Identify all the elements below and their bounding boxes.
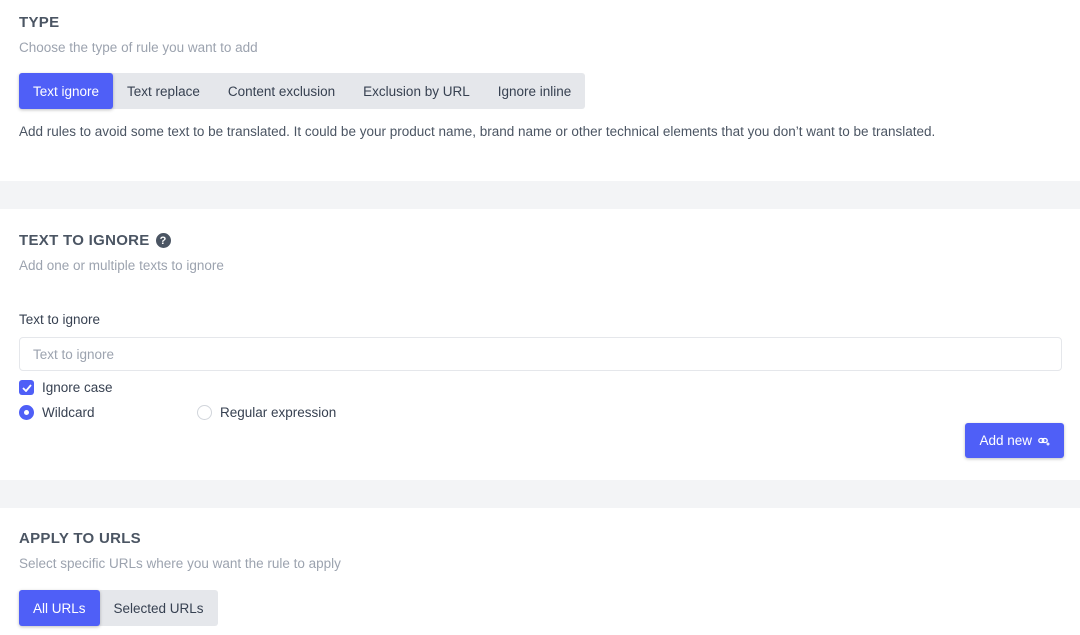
ignore-title: TEXT TO IGNORE	[19, 232, 150, 249]
tab-text-ignore[interactable]: Text ignore	[19, 73, 114, 109]
url-scope-tabs: All URLs Selected URLs	[19, 590, 218, 626]
wildcard-radio[interactable]	[19, 405, 34, 420]
text-to-ignore-input[interactable]	[19, 337, 1062, 371]
type-title: TYPE	[19, 14, 60, 31]
ignore-case-checkbox[interactable]	[19, 380, 34, 395]
link-plus-icon	[1038, 437, 1050, 445]
tab-selected-urls[interactable]: Selected URLs	[100, 590, 218, 626]
apply-to-urls-section: APPLY TO URLS Select specific URLs where…	[0, 508, 1080, 635]
urls-subtitle: Select specific URLs where you want the …	[19, 556, 341, 571]
tab-text-replace[interactable]: Text replace	[113, 73, 214, 109]
tab-exclusion-by-url[interactable]: Exclusion by URL	[349, 73, 484, 109]
text-to-ignore-label: Text to ignore	[19, 312, 101, 327]
check-icon	[21, 383, 32, 392]
type-subtitle: Choose the type of rule you want to add	[19, 40, 258, 55]
type-section: TYPE Choose the type of rule you want to…	[0, 0, 1080, 181]
ignore-subtitle: Add one or multiple texts to ignore	[19, 258, 224, 273]
text-to-ignore-section: TEXT TO IGNORE ? Add one or multiple tex…	[0, 209, 1080, 480]
add-new-label: Add new	[979, 433, 1032, 448]
regex-radio[interactable]	[197, 405, 212, 420]
wildcard-option[interactable]: Wildcard	[19, 405, 95, 420]
add-new-button[interactable]: Add new	[965, 423, 1064, 458]
type-description: Add rules to avoid some text to be trans…	[19, 124, 936, 139]
urls-title: APPLY TO URLS	[19, 530, 141, 547]
tab-all-urls[interactable]: All URLs	[19, 590, 100, 626]
rule-type-tabs: Text ignore Text replace Content exclusi…	[19, 73, 586, 109]
ignore-title-row: TEXT TO IGNORE ?	[19, 232, 171, 249]
tab-ignore-inline[interactable]: Ignore inline	[484, 73, 586, 109]
regex-option[interactable]: Regular expression	[197, 405, 336, 420]
ignore-case-option[interactable]: Ignore case	[19, 380, 113, 395]
ignore-case-label: Ignore case	[42, 380, 113, 395]
wildcard-label: Wildcard	[42, 405, 95, 420]
regex-label: Regular expression	[220, 405, 337, 420]
tab-content-exclusion[interactable]: Content exclusion	[214, 73, 349, 109]
question-circle-icon[interactable]: ?	[155, 233, 171, 248]
